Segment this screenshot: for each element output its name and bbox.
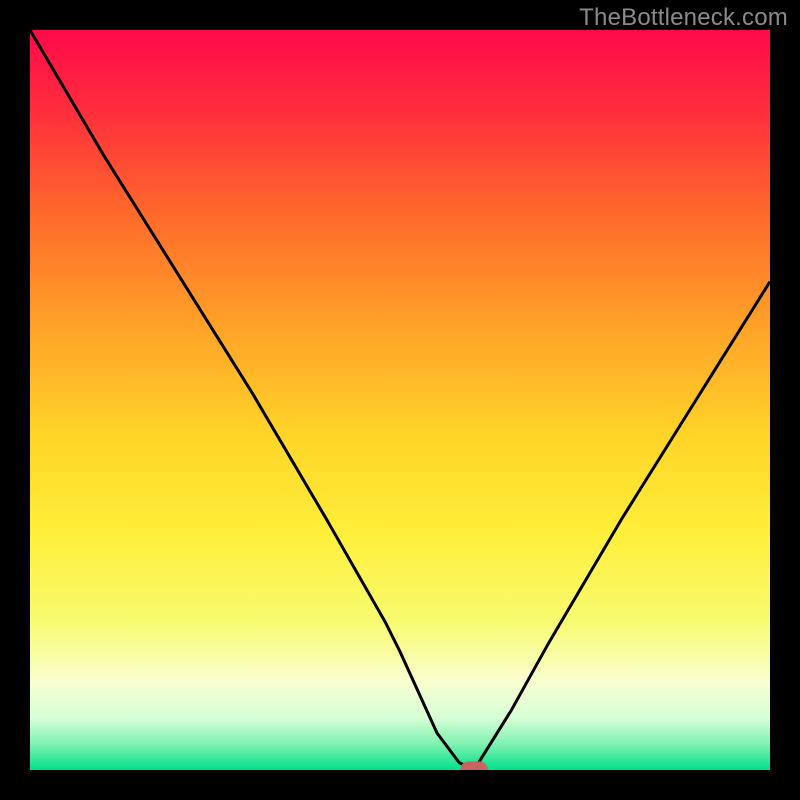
chart-svg	[30, 30, 770, 770]
plot-area	[30, 30, 770, 770]
optimal-marker	[461, 762, 487, 770]
watermark-text: TheBottleneck.com	[579, 4, 788, 32]
gradient-background	[30, 30, 770, 770]
chart-frame: TheBottleneck.com	[0, 0, 800, 800]
